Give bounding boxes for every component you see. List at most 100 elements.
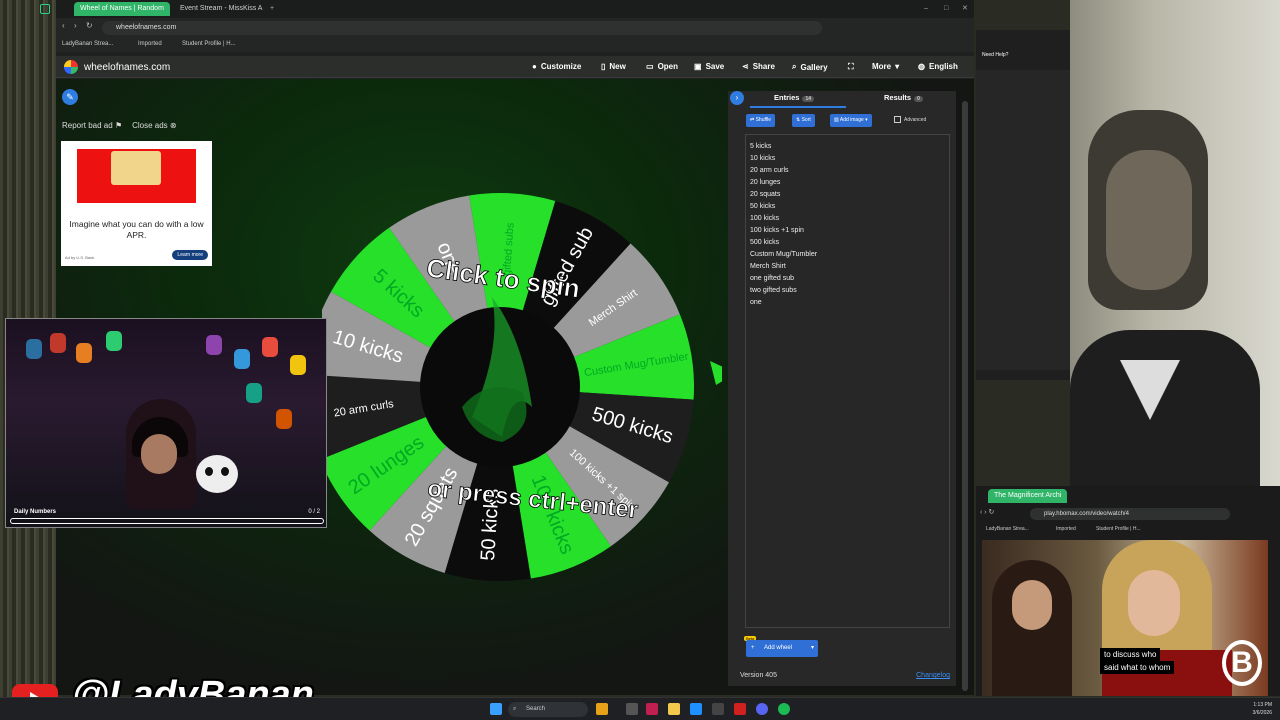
chevron-down-icon[interactable]: ▾: [811, 640, 814, 657]
maximize-icon[interactable]: □: [938, 2, 954, 16]
nav-save[interactable]: ▣ Save: [694, 62, 724, 71]
brand-label: wheelofnames.com: [84, 61, 171, 73]
tab-results[interactable]: Results 0: [884, 93, 923, 102]
version-label: Version 405: [740, 672, 777, 679]
entries-count-badge: 14: [802, 96, 814, 102]
image-icon: ▨: [834, 117, 839, 123]
minimize-icon[interactable]: –: [918, 2, 934, 16]
advanced-checkbox[interactable]: Advanced: [894, 116, 926, 123]
palette-icon: ●: [532, 62, 537, 71]
report-ad-link[interactable]: Report bad ad ⚑: [62, 121, 122, 130]
page-scrollbar[interactable]: [962, 101, 968, 691]
ad-cta-button[interactable]: Learn more: [172, 250, 208, 260]
site-navbar: wheelofnames.com ● Customize ▯ New ▭ Open ▣…: [56, 56, 974, 78]
nav-label: English: [928, 62, 958, 71]
taskbar-app-icon[interactable]: [626, 703, 638, 715]
wheel-pointer: [710, 361, 722, 385]
app-icon[interactable]: [40, 4, 50, 14]
entry-line: 5 kicks: [750, 143, 772, 150]
changelog-link[interactable]: Changelog: [916, 672, 950, 679]
bookmark-item[interactable]: Student Profile | H...: [182, 41, 236, 47]
spotify-icon[interactable]: [778, 703, 790, 715]
nav-label: Customize: [540, 62, 582, 71]
collapse-panel-button[interactable]: ›: [730, 91, 744, 105]
taskbar-clock[interactable]: 1:13 PM 3/6/2026: [1253, 701, 1272, 717]
nav-open[interactable]: ▭ Open: [646, 62, 678, 71]
back-icon[interactable]: ‹: [62, 21, 65, 30]
media-url-field[interactable]: play.hbomax.com/video/watch/4: [1030, 508, 1230, 520]
entry-line: 20 squats: [750, 191, 781, 198]
checkbox-icon: [894, 116, 901, 123]
new-tab-button[interactable]: +: [264, 2, 280, 16]
entry-line: 10 kicks: [750, 155, 776, 162]
taskbar: ⌕ Search 1:13 PM 3/6/2026: [0, 697, 1280, 720]
tab-results-label: Results: [884, 93, 912, 102]
media-bookmarks-bar: LadyBanan Strea... Imported Student Prof…: [976, 524, 1280, 536]
shuffle-button[interactable]: ⇄ Shuffle: [746, 114, 776, 127]
fullscreen-icon: ⛶: [848, 62, 854, 71]
tab-media[interactable]: The Magnificent Archi: [988, 489, 1068, 503]
bookmark-item[interactable]: Student Profile | H...: [1096, 526, 1141, 532]
taskbar-app-icon[interactable]: [690, 703, 702, 715]
folder-icon[interactable]: [668, 703, 680, 715]
pencil-icon: ✎: [66, 92, 74, 102]
search-label: Search: [526, 706, 546, 712]
site-brand[interactable]: wheelofnames.com: [64, 60, 170, 74]
nav-new[interactable]: ▯ New: [601, 62, 626, 71]
add-image-label: Add image: [839, 117, 864, 123]
nav-gallery[interactable]: ⌕ Gallery: [792, 62, 828, 72]
need-help-label[interactable]: Need Help?: [982, 52, 1008, 58]
entry-line: Custom Mug/Tumbler: [750, 251, 818, 258]
nav-label: Share: [752, 62, 775, 71]
url-field[interactable]: wheelofnames.com: [102, 21, 822, 35]
entries-textarea[interactable]: 5 kicks 10 kicks 20 arm curls 20 lunges 20 s…: [745, 134, 950, 628]
tab-entries[interactable]: Entries 14: [774, 93, 814, 102]
bookmark-item[interactable]: LadyBanan Strea...: [62, 41, 113, 47]
results-count-badge: 0: [914, 96, 923, 102]
ad-banner[interactable]: Imagine what you can do with a low APR. …: [61, 141, 212, 266]
media-browser-window: The Magnificent Archi ‹ › ↻ play.hbomax.…: [976, 486, 1280, 696]
nav-customize[interactable]: ● Customize: [532, 62, 581, 71]
file-icon: ▯: [601, 62, 606, 71]
bookmark-item[interactable]: Imported: [1056, 526, 1076, 532]
taskbar-app-icon[interactable]: [596, 703, 608, 715]
advanced-label: Advanced: [904, 116, 927, 123]
share-icon: ⋖: [742, 62, 749, 71]
back-icon[interactable]: ‹ › ↻: [980, 508, 994, 516]
webcam-progress-bar: [10, 518, 324, 524]
tab-wheel-of-names[interactable]: Wheel of Names | Random: [74, 2, 170, 16]
nav-label: New: [609, 62, 626, 71]
sort-icon: ⇅: [796, 117, 801, 123]
nav-label: Save: [705, 62, 725, 71]
save-icon: ▣: [694, 62, 702, 71]
nav-share[interactable]: ⋖ Share: [742, 62, 775, 71]
add-wheel-button[interactable]: + Add wheel ▾: [746, 640, 818, 657]
taskbar-app-icon[interactable]: [712, 703, 724, 715]
add-wheel-label: Add wheel: [764, 645, 793, 651]
edit-button[interactable]: ✎: [62, 89, 78, 105]
bookmarks-bar: LadyBanan Strea... Imported Student Prof…: [56, 38, 974, 52]
bookmark-item[interactable]: Imported: [138, 41, 162, 47]
taskbar-app-icon[interactable]: [646, 703, 658, 715]
bookmark-item[interactable]: LadyBanan Strea...: [986, 526, 1029, 532]
ad-image: [77, 149, 196, 203]
taskbar-search[interactable]: ⌕ Search: [508, 702, 588, 717]
discord-icon[interactable]: [756, 703, 768, 715]
add-image-button[interactable]: ▨ Add image ▾: [830, 114, 872, 127]
search-icon: ⌕: [513, 706, 517, 712]
nav-more[interactable]: More ▾: [872, 62, 899, 71]
plus-icon: +: [751, 645, 755, 651]
close-ads-link[interactable]: Close ads ⊗: [132, 121, 177, 130]
fullscreen-button[interactable]: ⛶: [848, 62, 854, 72]
start-icon[interactable]: [490, 703, 502, 715]
close-icon[interactable]: ✕: [956, 2, 974, 16]
video-player[interactable]: to discuss who said what to whom B: [982, 540, 1268, 696]
nav-language[interactable]: ◍ English: [918, 62, 958, 71]
search-icon: ⌕: [792, 62, 797, 71]
taskbar-app-icon[interactable]: [734, 703, 746, 715]
reload-icon[interactable]: ↻: [86, 21, 93, 30]
wheel[interactable]: one gifted subs gifted subMerch ShirtCusto…: [322, 187, 722, 587]
forward-icon[interactable]: ›: [74, 21, 77, 30]
sort-button[interactable]: ⇅ Sort: [792, 114, 815, 127]
tab-event-stream[interactable]: Event Stream - MissKiss A: [174, 2, 268, 16]
